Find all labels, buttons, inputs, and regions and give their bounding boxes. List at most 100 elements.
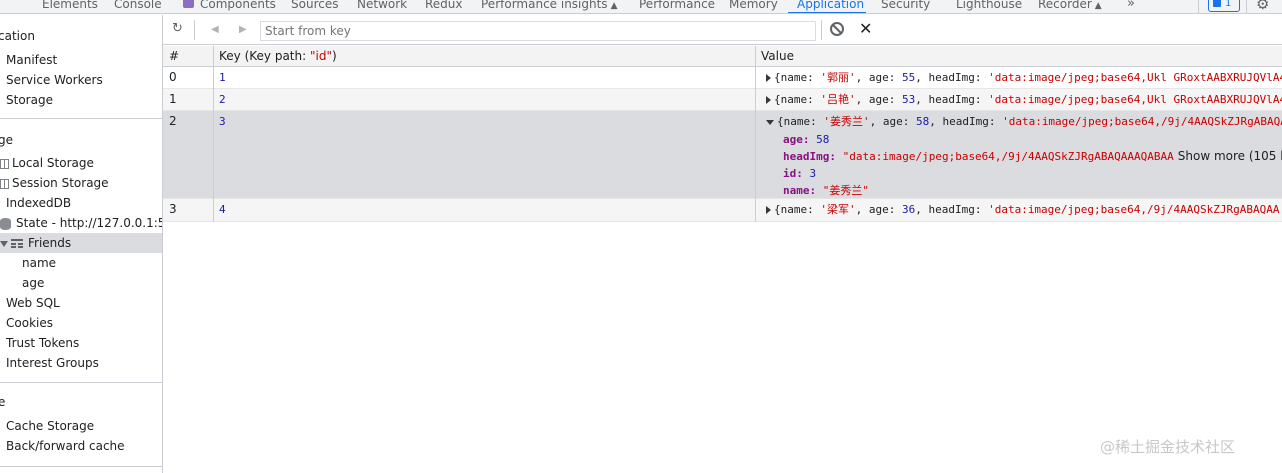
sidebar-item-label: Friends [28,236,72,250]
value-headimg: 'data:image/jpeg;base64,Ukl GRoxtAABXRUJ… [988,71,1282,84]
row-value[interactable]: {name: '吕艳', age: 53, headImg: 'data:ima… [761,89,1282,110]
toolbar-divider [1246,0,1247,13]
value-name: '梁军' [820,203,856,216]
property-age: age: 58 [783,131,829,148]
property-key: name: [783,184,817,197]
expand-arrow-icon[interactable] [766,96,771,104]
value-headimg: 'data:image/jpeg;base64,Ukl GRoxtAABXRUJ… [988,93,1282,106]
start-from-key-input[interactable] [260,21,816,41]
sidebar-item-label: Local Storage [12,156,94,170]
storage-grid-icon [0,158,9,169]
sidebar-item-web-sql[interactable]: Web SQL [0,293,162,313]
more-tabs-button[interactable]: » [1127,0,1135,11]
sidebar-item-label: Session Storage [12,176,109,190]
settings-gear-icon[interactable]: ⚙ [1256,0,1269,13]
tab-elements[interactable]: Elements [42,0,98,12]
grid-header: # Key (Key path: "id") Value [163,46,1282,67]
issues-badge[interactable]: 1 [1208,0,1240,12]
sidebar-item-indexeddb[interactable]: IndexedDB [0,193,162,213]
column-header-key[interactable]: Key (Key path: "id") [213,46,337,67]
next-page-icon[interactable]: ▶ [239,22,247,38]
tab-performance-insights-label: Performance insights [481,0,608,11]
table-row[interactable]: 0 1 {name: '郭丽', age: 55, headImg: 'data… [163,67,1282,89]
sidebar-item-interest-groups[interactable]: Interest Groups [0,353,162,373]
column-divider[interactable] [213,46,214,222]
collapse-arrow-icon[interactable] [766,119,774,125]
tab-recorder-label: Recorder [1038,0,1092,11]
table-row-selected[interactable]: 2 3 {name: '姜秀兰', age: 58, headImg: 'dat… [163,111,1282,199]
sidebar-item-storage[interactable]: Storage [0,90,162,110]
section-header-cache: e [0,392,160,412]
value-headimg: 'data:image/jpeg;base64,/9j/4AAQSkZJRgAB… [988,203,1280,216]
value-age: 36 [901,203,916,216]
expand-arrow-icon[interactable] [766,74,771,82]
value-age: 53 [901,93,916,106]
property-id: id: 3 [783,165,816,182]
flask-icon: ▲ [1094,1,1102,11]
tab-redux[interactable]: Redux [425,0,463,12]
row-index: 3 [169,202,177,216]
section-header-storage: ge [0,133,13,147]
property-key: age: [783,133,810,146]
sidebar-divider [0,118,162,119]
row-key: 1 [219,71,226,84]
property-key: id: [783,167,803,180]
sidebar-item-friends[interactable]: Friends [0,233,162,253]
tab-console[interactable]: Console [114,0,162,12]
property-key: headImg: [783,150,836,163]
tab-performance-insights[interactable]: Performance insights ▲ [481,0,617,13]
tab-memory[interactable]: Memory [729,0,778,12]
table-row[interactable]: 3 4 {name: '梁军', age: 36, headImg: 'data… [163,199,1282,222]
sidebar-item-index-name[interactable]: name [0,253,162,273]
column-header-key-label: Key (Key path: [219,49,310,63]
watermark: @稀土掘金技术社区 [1100,438,1236,456]
sidebar-item-manifest[interactable]: Manifest [0,50,162,70]
sidebar-item-trust-tokens[interactable]: Trust Tokens [0,333,162,353]
sidebar-item-database[interactable]: State - http://127.0.0.1:5173 [0,213,162,233]
tab-sources[interactable]: Sources [291,0,338,12]
tab-network[interactable]: Network [357,0,407,12]
row-value[interactable]: {name: '梁军', age: 36, headImg: 'data:ima… [761,199,1282,220]
sidebar-item-service-workers[interactable]: Service Workers [0,70,162,90]
column-header-key-suffix: ) [331,49,337,63]
indexeddb-toolbar: ↻ ◀ ▶ ✕ [163,15,1282,45]
sidebar-item-index-age[interactable]: age [0,273,162,293]
row-index: 2 [169,114,177,128]
sidebar-divider [0,466,162,467]
delete-selected-icon[interactable]: ✕ [859,19,872,38]
previous-page-icon[interactable]: ◀ [211,22,219,38]
active-tab-indicator [788,12,866,13]
expand-arrow-icon[interactable] [766,206,771,214]
tab-components[interactable]: Components [200,0,276,12]
value-name: '吕艳' [820,93,856,106]
sidebar-item-local-storage[interactable]: Local Storage [0,153,162,173]
issue-icon [1213,0,1221,7]
show-more-button[interactable]: Show more (105 k [1178,149,1282,163]
sidebar-item-bfcache[interactable]: Back/forward cache [0,436,162,456]
database-icon [0,217,11,230]
column-header-value[interactable]: Value [755,46,794,67]
toolbar-divider [821,20,822,40]
tab-recorder[interactable]: Recorder ▲ [1038,0,1102,13]
storage-grid-icon [0,178,9,189]
column-header-index[interactable]: # [163,46,179,67]
tab-performance[interactable]: Performance [639,0,715,12]
tab-lighthouse[interactable]: Lighthouse [956,0,1022,12]
sidebar-item-session-storage[interactable]: Session Storage [0,173,162,193]
clear-object-store-icon[interactable] [830,22,844,36]
table-row[interactable]: 1 2 {name: '吕艳', age: 53, headImg: 'data… [163,89,1282,111]
row-value[interactable]: {name: '郭丽', age: 55, headImg: 'data:ima… [761,67,1282,88]
react-components-icon [183,0,194,8]
column-divider[interactable] [755,46,756,222]
refresh-icon[interactable]: ↻ [172,21,183,37]
toolbar-divider [194,20,195,40]
tab-application[interactable]: Application [797,0,864,12]
issues-count: 1 [1225,0,1232,9]
row-value[interactable]: {name: '姜秀兰', age: 58, headImg: 'data:im… [761,111,1282,132]
sidebar-item-cache-storage[interactable]: Cache Storage [0,416,162,436]
tab-security[interactable]: Security [881,0,930,12]
row-index: 1 [169,92,177,106]
sidebar-divider [0,382,162,383]
sidebar-item-cookies[interactable]: Cookies [0,313,162,333]
expand-arrow-icon[interactable] [0,240,8,247]
